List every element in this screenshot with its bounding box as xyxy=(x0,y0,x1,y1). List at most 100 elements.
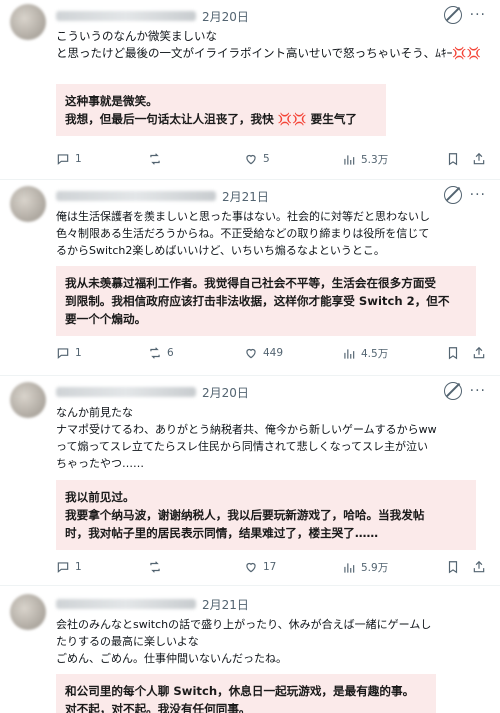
views-button[interactable]: 4.5万 xyxy=(342,346,388,361)
reply-button[interactable]: 1 xyxy=(56,152,82,166)
reply-button[interactable]: 1 xyxy=(56,346,82,360)
share-upload-icon[interactable] xyxy=(472,345,486,361)
post-text: 会社のみんなとswitchの話で盛り上がったり、休みが合えば一緒にゲームし たり… xyxy=(56,616,488,667)
heart-icon xyxy=(244,560,258,574)
blurred-username[interactable] xyxy=(56,387,196,397)
reply-count: 1 xyxy=(75,153,82,165)
like-count: 449 xyxy=(263,347,284,359)
action-bar: 1 5 5.3万 xyxy=(56,152,416,170)
translation-box: 我以前见过。 我要拿个纳马波，谢谢纳税人，我以后要玩新游戏了，哈哈。当我发帖 时… xyxy=(56,480,476,550)
share-group xyxy=(446,151,486,167)
retweet-button[interactable]: 6 xyxy=(148,346,174,360)
avatar[interactable] xyxy=(10,594,46,630)
post-4[interactable]: 2月21日 会社のみんなとswitchの話で盛り上がったり、休みが合えば一緒にゲ… xyxy=(0,586,500,713)
post-1[interactable]: 2月20日 ··· こういうのなんか微笑ましいな と思ったけど最後の一文がイライ… xyxy=(0,0,500,180)
post-header: 2月20日 xyxy=(56,384,249,400)
reply-bubble-icon xyxy=(56,152,70,166)
like-count: 17 xyxy=(263,561,277,573)
translation-box: 和公司里的每个人聊 Switch，休息日一起玩游戏，是最有趣的事。 对不起，对不… xyxy=(56,674,436,713)
share-upload-icon[interactable] xyxy=(472,151,486,167)
like-button[interactable]: 5 xyxy=(244,152,270,166)
view-count: 4.5万 xyxy=(361,348,389,360)
post-text-line: ごめん、ごめん。仕事仲間いないんだったね。 xyxy=(56,652,287,665)
translation-line: 我从未羡慕过福利工作者。我觉得自己社会不平等，生活会在很多方面受 xyxy=(65,276,437,290)
grok-slash-circle-icon[interactable] xyxy=(443,6,462,24)
translation-line: 我想，但最后一句话太让人沮丧了，我快 💢💢 要生气了 xyxy=(65,112,358,126)
translation-line: 这种事就是微笑。 xyxy=(65,94,158,108)
post-header: 2月20日 xyxy=(56,8,249,24)
share-upload-icon[interactable] xyxy=(472,559,486,575)
post-menu: ··· xyxy=(443,186,486,204)
translation-line: 和公司里的每个人聊 Switch，休息日一起玩游戏，是最有趣的事。 xyxy=(65,684,415,698)
like-button[interactable]: 449 xyxy=(244,346,283,360)
like-button[interactable]: 17 xyxy=(244,560,276,574)
retweet-button[interactable] xyxy=(148,560,167,574)
post-text-line: なんか前見たな xyxy=(56,406,133,419)
more-dots-icon[interactable]: ··· xyxy=(470,384,486,398)
share-group xyxy=(446,345,486,361)
like-count: 5 xyxy=(263,153,270,165)
translation-line: 时，我对帖子里的居民表示同情，结果难过了，楼主哭了…… xyxy=(65,526,379,540)
post-text-line: と思ったけど最後の一文がイライラポイント高いせいで怒っちゃいそう、ﾑｷｰ💢💢 xyxy=(56,46,482,60)
avatar[interactable] xyxy=(10,4,46,40)
timeline-feed: 2月20日 ··· こういうのなんか微笑ましいな と思ったけど最後の一文がイライ… xyxy=(0,0,500,713)
reply-button[interactable]: 1 xyxy=(56,560,82,574)
post-date[interactable]: 2月20日 xyxy=(202,8,249,25)
translation-line: 对不起，对不起。我没有任何同事。 xyxy=(65,702,251,713)
views-bar-chart-icon xyxy=(342,561,356,575)
translation-line: 到限制。我相信政府应该打击非法收据，这样你才能享受 Switch 2，但不 xyxy=(65,294,450,308)
views-bar-chart-icon xyxy=(342,347,356,361)
views-button[interactable]: 5.3万 xyxy=(342,152,388,167)
blurred-username[interactable] xyxy=(56,599,196,609)
reply-count: 1 xyxy=(75,561,82,573)
bookmark-icon[interactable] xyxy=(446,151,460,167)
post-text-line: ナマポ受けてるわ、ありがとう納税者共、俺今から新しいゲームするからww xyxy=(56,423,437,436)
translation-box: 这种事就是微笑。 我想，但最后一句话太让人沮丧了，我快 💢💢 要生气了 xyxy=(56,84,386,136)
post-text: こういうのなんか微笑ましいな と思ったけど最後の一文がイライラポイント高いせいで… xyxy=(56,28,488,62)
retweet-arrows-icon xyxy=(148,346,162,360)
view-count: 5.9万 xyxy=(361,562,389,574)
avatar[interactable] xyxy=(10,382,46,418)
retweet-button[interactable] xyxy=(148,152,167,166)
view-count: 5.3万 xyxy=(361,154,389,166)
reply-bubble-icon xyxy=(56,560,70,574)
views-bar-chart-icon xyxy=(342,153,356,167)
action-bar: 1 17 5.9万 xyxy=(56,560,416,578)
post-text-line: こういうのなんか微笑ましいな xyxy=(56,29,217,43)
blurred-username[interactable] xyxy=(56,11,196,21)
post-text-line: 色々制限ある生活だろうからね。不正受給などの取り締まりは役所を信じて xyxy=(56,227,430,240)
retweet-arrows-icon xyxy=(148,560,162,574)
post-text-line: 会社のみんなとswitchの話で盛り上がったり、休みが合えば一緒にゲームし xyxy=(56,618,432,631)
post-header: 2月21日 xyxy=(56,596,249,612)
post-date[interactable]: 2月21日 xyxy=(222,188,269,205)
views-button[interactable]: 5.9万 xyxy=(342,560,388,575)
more-dots-icon[interactable]: ··· xyxy=(470,8,486,22)
post-3[interactable]: 2月20日 ··· なんか前見たな ナマポ受けてるわ、ありがとう納税者共、俺今か… xyxy=(0,376,500,586)
action-bar: 1 6 449 4.5万 xyxy=(56,346,416,364)
post-text-line: ちゃったやつ…… xyxy=(56,457,144,470)
post-date[interactable]: 2月20日 xyxy=(202,384,249,401)
post-text: なんか前見たな ナマポ受けてるわ、ありがとう納税者共、俺今から新しいゲームするか… xyxy=(56,404,488,472)
share-group xyxy=(446,559,486,575)
blurred-username[interactable] xyxy=(56,191,216,201)
post-menu: ··· xyxy=(443,6,486,24)
translation-line: 我以前见过。 xyxy=(65,490,135,504)
retweet-count: 6 xyxy=(167,347,174,359)
more-dots-icon[interactable]: ··· xyxy=(470,188,486,202)
post-text-line: るからSwitch2楽しめばいいけど、いちいち煽るなよというとこ。 xyxy=(56,244,385,257)
retweet-arrows-icon xyxy=(148,152,162,166)
translation-line: 我要拿个纳马波，谢谢纳税人，我以后要玩新游戏了，哈哈。当我发帖 xyxy=(65,508,425,522)
post-text: 俺は生活保護者を羨ましいと思った事はない。社会的に対等だと思わないし 色々制限あ… xyxy=(56,208,488,259)
bookmark-icon[interactable] xyxy=(446,559,460,575)
heart-icon xyxy=(244,346,258,360)
grok-slash-circle-icon[interactable] xyxy=(443,382,462,400)
post-date[interactable]: 2月21日 xyxy=(202,596,249,613)
bookmark-icon[interactable] xyxy=(446,345,460,361)
post-2[interactable]: 2月21日 ··· 俺は生活保護者を羨ましいと思った事はない。社会的に対等だと思… xyxy=(0,180,500,376)
grok-slash-circle-icon[interactable] xyxy=(443,186,462,204)
avatar[interactable] xyxy=(10,186,46,222)
translation-line: 要一个个煽动。 xyxy=(65,312,147,326)
post-text-line: 俺は生活保護者を羨ましいと思った事はない。社会的に対等だと思わないし xyxy=(56,210,430,223)
reply-bubble-icon xyxy=(56,346,70,360)
post-text-line: って煽ってスレ立てたらスレ住民から同情されて悲しくなってスレ主が泣い xyxy=(56,440,429,453)
